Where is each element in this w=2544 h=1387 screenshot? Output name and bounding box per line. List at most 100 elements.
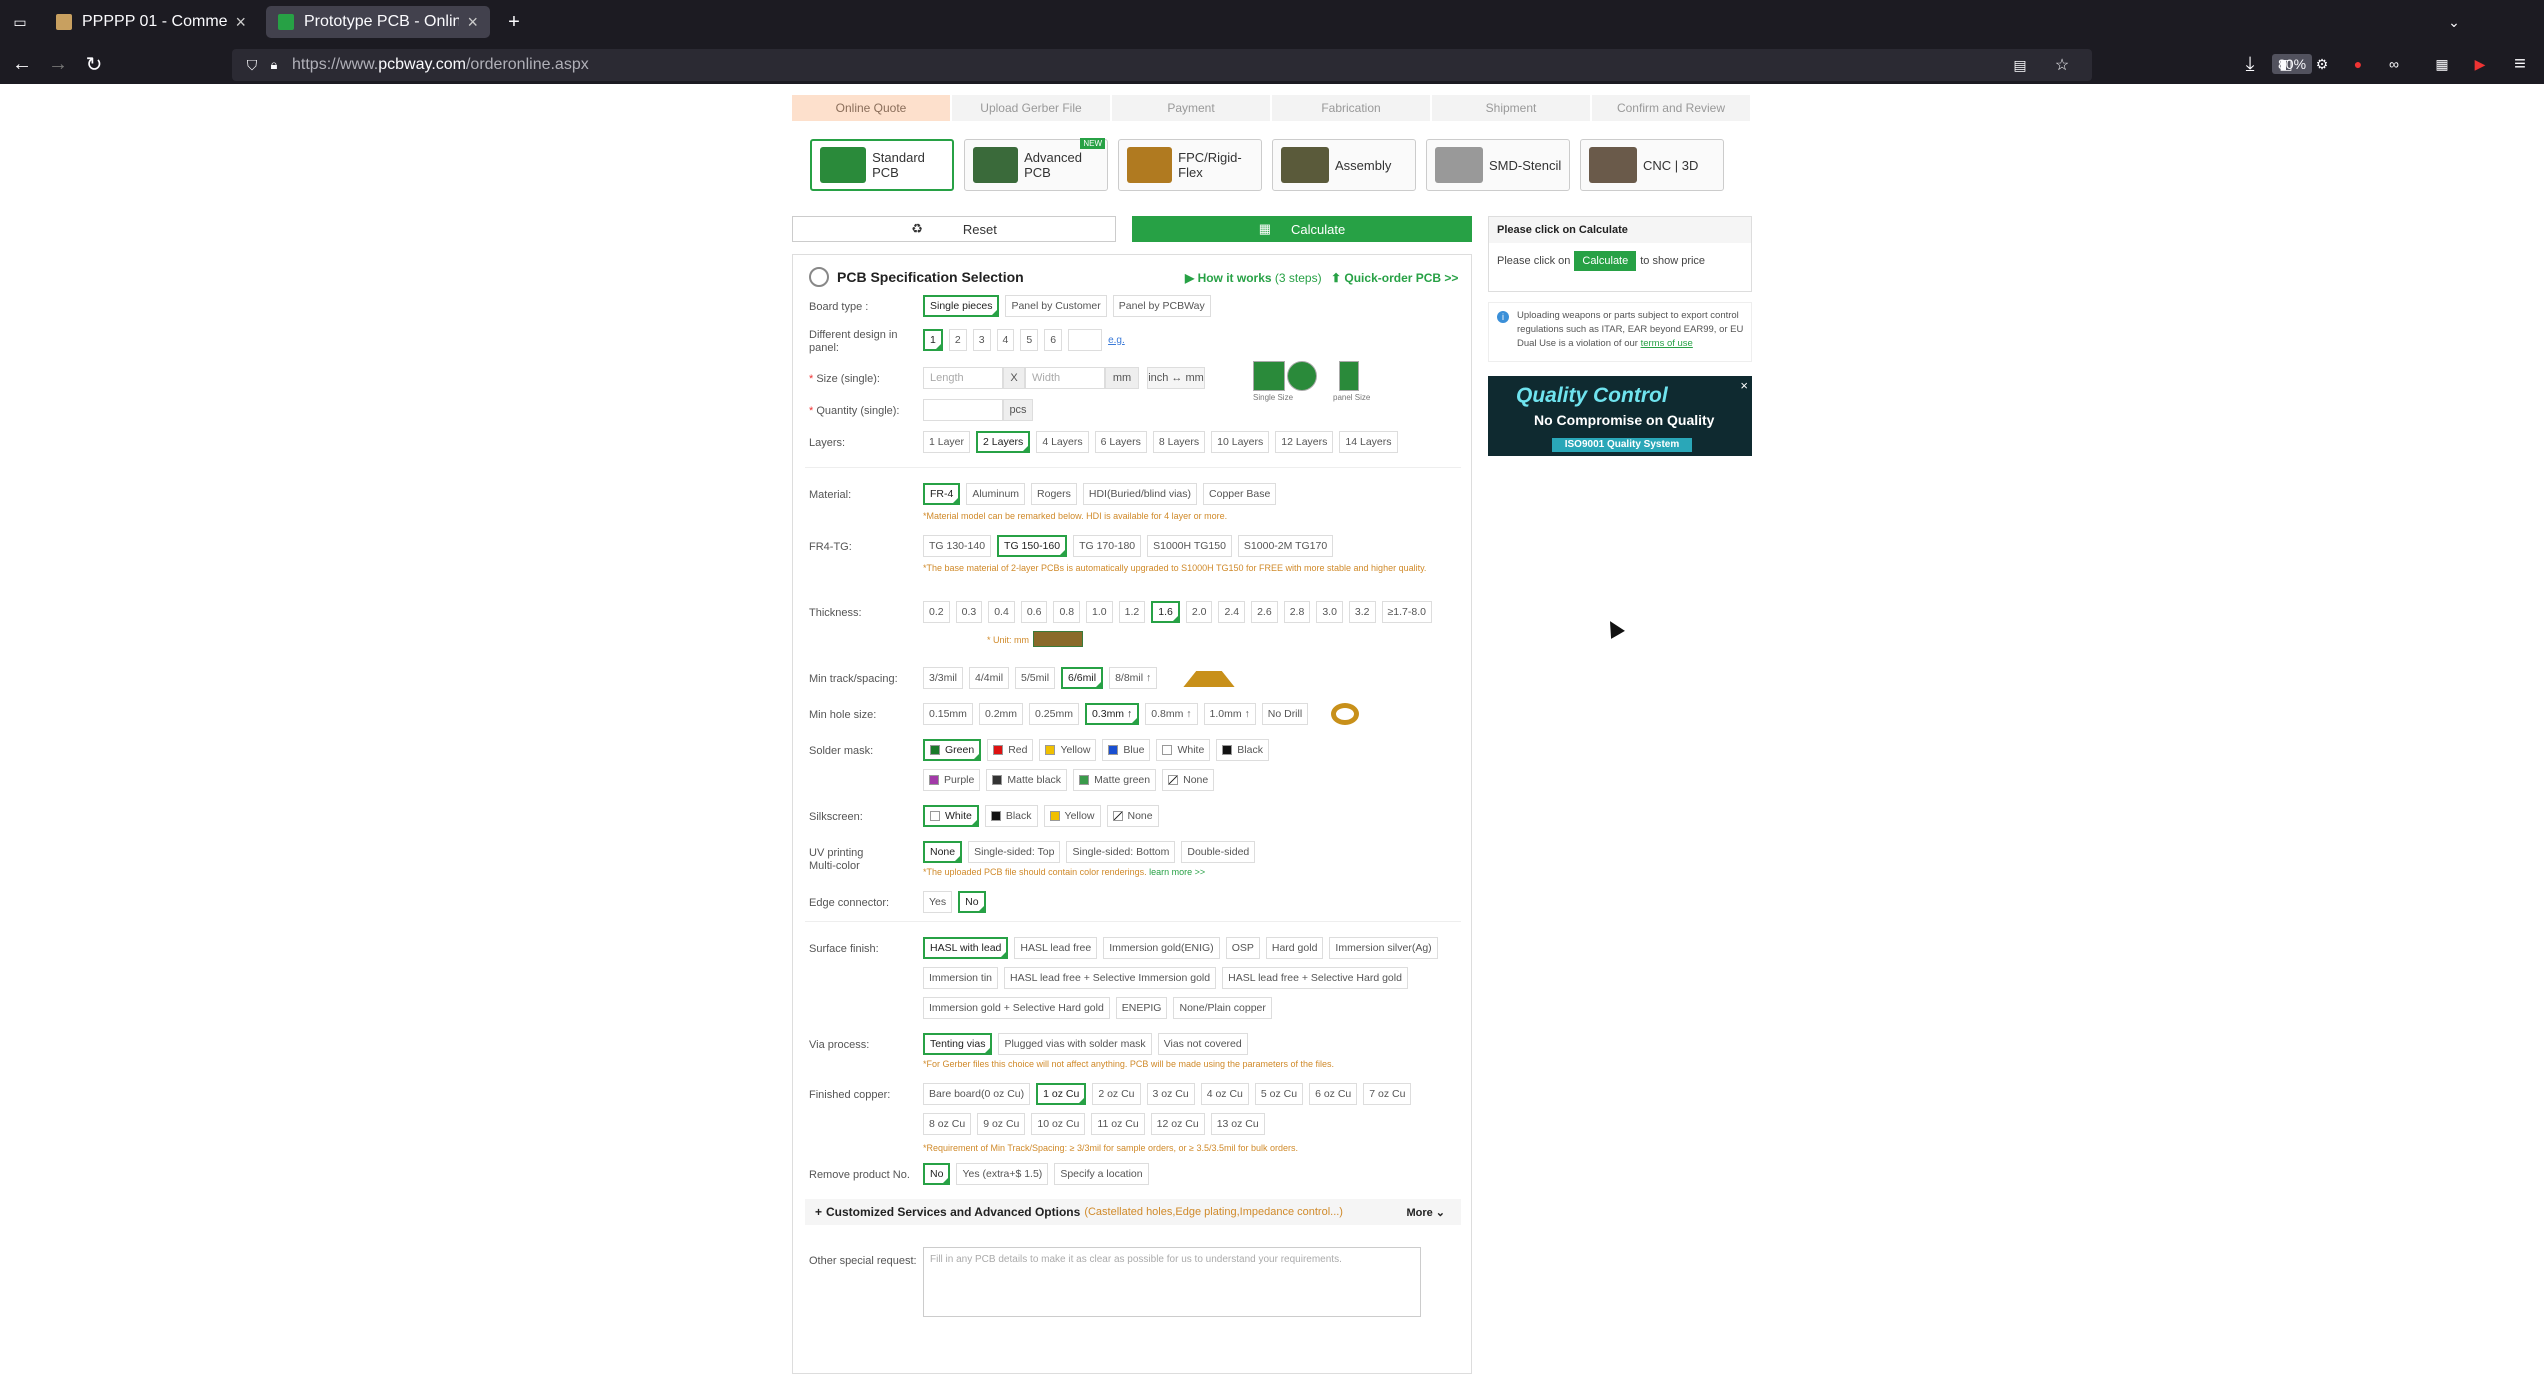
inch-mm-toggle[interactable]: inch ↔ mm <box>1147 367 1205 389</box>
uv-option[interactable]: None <box>923 841 963 863</box>
silk-option[interactable]: None <box>1106 805 1159 827</box>
forward-icon[interactable]: → <box>44 50 72 78</box>
copper-option[interactable]: 8 oz Cu <box>923 1113 972 1135</box>
product-tab-5[interactable]: CNC | 3D <box>1580 139 1724 191</box>
solder-option[interactable]: Yellow <box>1039 739 1097 761</box>
material-option[interactable]: Rogers <box>1031 483 1077 505</box>
layers-option[interactable]: 6 Layers <box>1094 431 1147 453</box>
tab-1[interactable]: PPPPP 01 - Comment est × <box>44 6 258 38</box>
solder-option[interactable]: Matte black <box>986 769 1068 791</box>
layers-option[interactable]: 14 Layers <box>1339 431 1398 453</box>
thickness-option[interactable]: 0.3 <box>955 601 983 623</box>
layers-option[interactable]: 8 Layers <box>1152 431 1206 453</box>
diff_design-option[interactable]: 1 <box>923 329 943 351</box>
thickness-option[interactable]: 0.6 <box>1020 601 1048 623</box>
extensions-icon[interactable]: ⚙ <box>2308 50 2336 78</box>
track-option[interactable]: 6/6mil <box>1061 667 1104 689</box>
thickness-option[interactable]: 1.2 <box>1118 601 1146 623</box>
finish-option[interactable]: ENEPIG <box>1115 997 1168 1019</box>
solder-option[interactable]: White <box>1156 739 1211 761</box>
material-option[interactable]: Copper Base <box>1203 483 1277 505</box>
copper-option[interactable]: 5 oz Cu <box>1254 1083 1304 1105</box>
thickness-option[interactable]: ≥1.7-8.0 <box>1381 601 1432 623</box>
reload-icon[interactable]: ↻ <box>80 50 108 78</box>
solder-option[interactable]: Matte green <box>1073 769 1157 791</box>
product-tab-0[interactable]: Standard PCB <box>810 139 954 191</box>
finish-option[interactable]: HASL lead free <box>1014 937 1098 959</box>
uv-option[interactable]: Double-sided <box>1181 841 1256 863</box>
thickness-option[interactable]: 1.0 <box>1086 601 1113 623</box>
silk-option[interactable]: Black <box>984 805 1038 827</box>
hole-option[interactable]: 0.3mm ↑ <box>1084 703 1140 725</box>
product-tab-3[interactable]: Assembly <box>1272 139 1416 191</box>
back-icon[interactable]: ← <box>8 50 36 78</box>
finish-option[interactable]: Hard gold <box>1265 937 1324 959</box>
fr4tg-option[interactable]: TG 130-140 <box>923 535 992 557</box>
solder-option[interactable]: Red <box>987 739 1034 761</box>
finish-option[interactable]: HASL lead free + Selective Immersion gol… <box>1004 967 1217 989</box>
quantity-input[interactable] <box>923 399 1003 421</box>
terms-of-use-link[interactable]: terms of use <box>1641 338 1693 349</box>
youtube-icon[interactable]: ▶ <box>2466 50 2494 78</box>
copper-option[interactable]: 9 oz Cu <box>977 1113 1026 1135</box>
fr4tg-option[interactable]: S1000-2M TG170 <box>1237 535 1334 557</box>
copper-option[interactable]: 7 oz Cu <box>1363 1083 1412 1105</box>
layers-option[interactable]: 1 Layer <box>923 431 971 453</box>
url-bar[interactable]: ⛉ 🔒︎ https://www.pcbway.com/orderonline.… <box>232 49 2313 81</box>
copper-option[interactable]: Bare board(0 oz Cu) <box>923 1083 1031 1105</box>
fr4tg-option[interactable]: TG 170-180 <box>1073 535 1142 557</box>
bookmark-star-icon[interactable]: ☆ <box>2048 51 2076 79</box>
layers-option[interactable]: 2 Layers <box>976 431 1031 453</box>
example-link[interactable]: e.g. <box>1108 335 1125 346</box>
copper-option[interactable]: 10 oz Cu <box>1031 1113 1086 1135</box>
remove-option[interactable]: No <box>923 1163 951 1185</box>
length-input[interactable]: Length <box>923 367 1003 389</box>
layers-option[interactable]: 12 Layers <box>1275 431 1334 453</box>
material-option[interactable]: HDI(Buried/blind vias) <box>1082 483 1198 505</box>
diff_design-option[interactable]: 4 <box>996 329 1015 351</box>
track-option[interactable]: 4/4mil <box>969 667 1010 689</box>
thickness-option[interactable]: 0.2 <box>923 601 950 623</box>
diff_design-option[interactable]: 2 <box>948 329 967 351</box>
fr4tg-option[interactable]: TG 150-160 <box>997 535 1068 557</box>
finish-option[interactable]: Immersion silver(Ag) <box>1329 937 1438 959</box>
uv-option[interactable]: Single-sided: Top <box>968 841 1061 863</box>
edge-option[interactable]: Yes <box>923 891 953 913</box>
reset-button[interactable]: ♻ Reset <box>792 216 1116 242</box>
tab-close-icon[interactable]: × <box>235 12 246 33</box>
product-tab-1[interactable]: Advanced PCB NEW <box>964 138 1108 191</box>
via-option[interactable]: Plugged vias with solder mask <box>998 1033 1152 1055</box>
copper-option[interactable]: 4 oz Cu <box>1200 1083 1249 1105</box>
customized-services-toggle[interactable]: + Customized Services and Advanced Optio… <box>805 1199 1461 1225</box>
hole-option[interactable]: 0.2mm <box>978 703 1024 725</box>
track-option[interactable]: 8/8mil ↑ <box>1109 667 1158 689</box>
hole-option[interactable]: 0.15mm <box>923 703 973 725</box>
reader-mode-icon[interactable]: ▤ <box>2006 51 2034 79</box>
board_type-option[interactable]: Panel by Customer <box>1005 295 1107 317</box>
quality-control-banner[interactable]: Quality Control No Compromise on Quality… <box>1488 376 1752 456</box>
remove-option[interactable]: Specify a location <box>1054 1163 1149 1185</box>
solder-option[interactable]: Green <box>923 739 982 761</box>
board_type-option[interactable]: Single pieces <box>923 295 1000 317</box>
extension-glasses-icon[interactable]: ∞ <box>2380 50 2408 78</box>
via-option[interactable]: Vias not covered <box>1157 1033 1248 1055</box>
thickness-option[interactable]: 2.6 <box>1251 601 1278 623</box>
hole-option[interactable]: 0.8mm ↑ <box>1145 703 1198 725</box>
thickness-option[interactable]: 2.8 <box>1283 601 1311 623</box>
finish-option[interactable]: HASL lead free + Selective Hard gold <box>1222 967 1408 989</box>
hole-option[interactable]: 0.25mm <box>1029 703 1079 725</box>
track-option[interactable]: 3/3mil <box>923 667 964 689</box>
finish-option[interactable]: Immersion gold(ENIG) <box>1103 937 1220 959</box>
new-tab-icon[interactable]: + <box>500 8 528 36</box>
diff_design-option[interactable]: 5 <box>1020 329 1039 351</box>
thickness-option[interactable]: 2.0 <box>1185 601 1213 623</box>
material-option[interactable]: Aluminum <box>966 483 1026 505</box>
solder-option[interactable]: Purple <box>923 769 981 791</box>
lock-icon[interactable]: 🔒︎ <box>260 51 288 79</box>
hole-option[interactable]: 1.0mm ↑ <box>1203 703 1256 725</box>
thickness-option[interactable]: 3.0 <box>1316 601 1343 623</box>
solder-option[interactable]: None <box>1162 769 1215 791</box>
hole-option[interactable]: No Drill <box>1261 703 1309 725</box>
silk-option[interactable]: Yellow <box>1043 805 1101 827</box>
thickness-option[interactable]: 2.4 <box>1218 601 1246 623</box>
